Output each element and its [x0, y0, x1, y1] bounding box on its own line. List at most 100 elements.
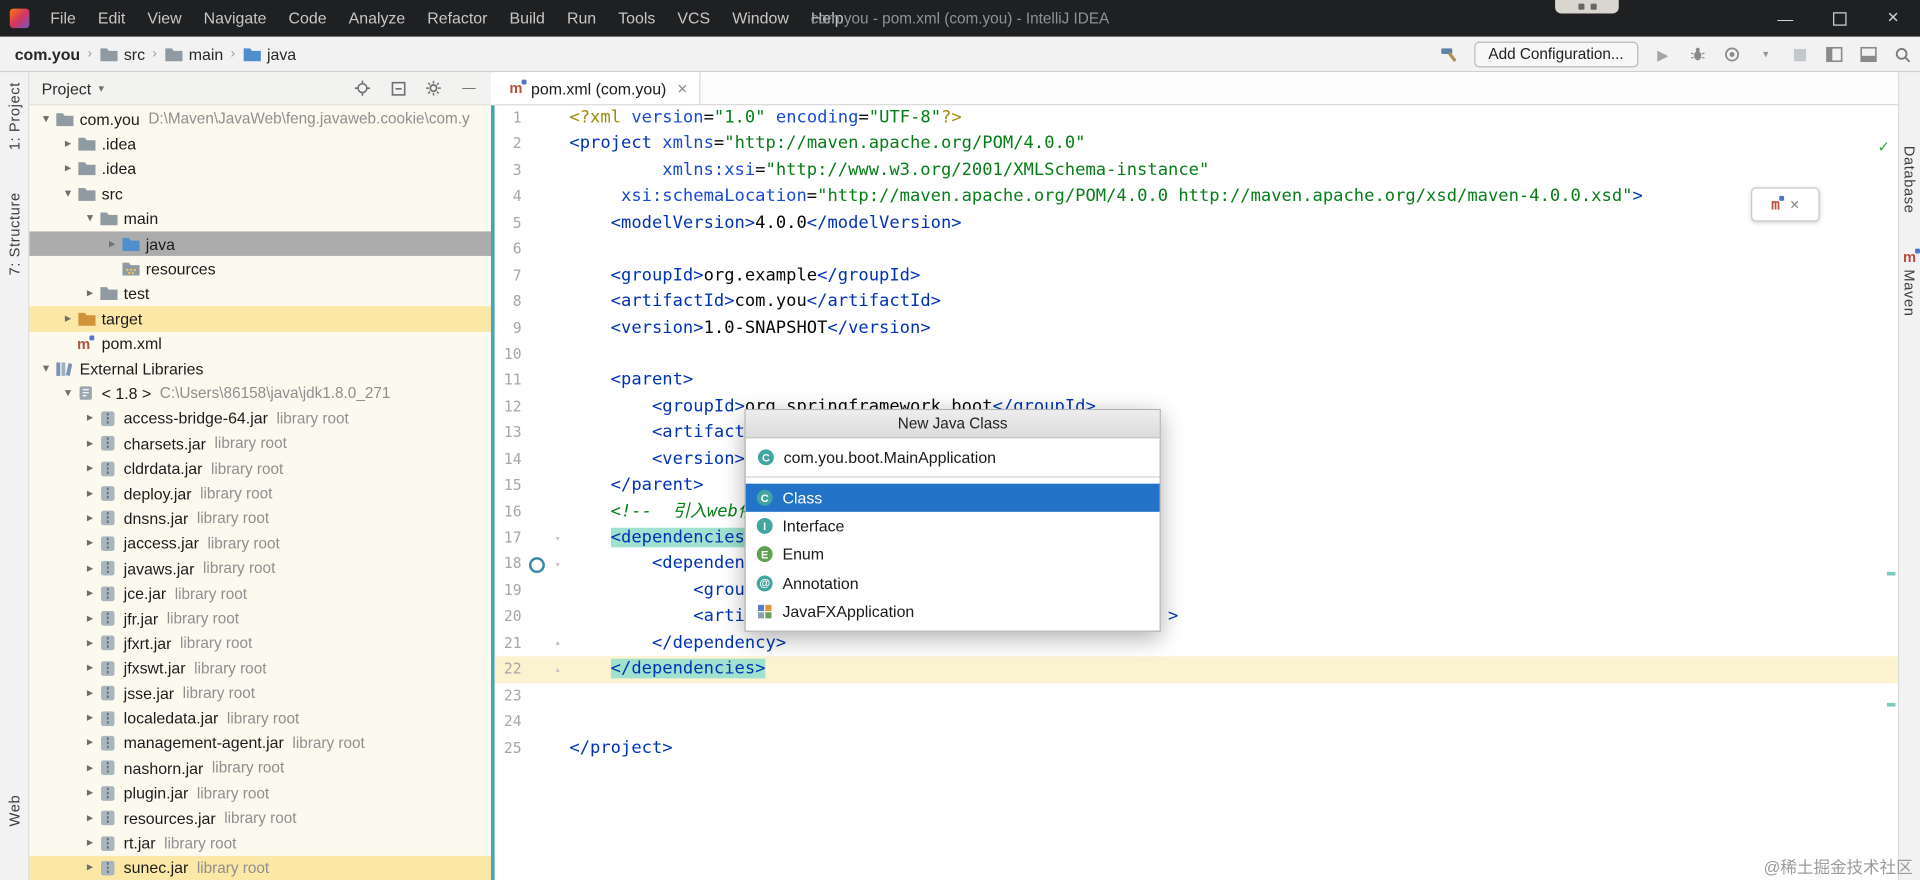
tree-collapse-icon[interactable]: ▸	[81, 487, 99, 500]
tree-collapse-icon[interactable]: ▸	[81, 761, 99, 774]
tree-row-.idea[interactable]: ▸ .idea	[29, 156, 491, 181]
line-number[interactable]: 11	[495, 368, 522, 394]
line-number[interactable]: 15	[495, 473, 522, 499]
settings-icon[interactable]	[424, 78, 444, 98]
run-icon[interactable]: ▶	[1653, 45, 1673, 65]
tree-collapse-icon[interactable]: ▸	[81, 786, 99, 799]
menu-item-code[interactable]: Code	[278, 0, 338, 37]
code-line-17[interactable]: 17 ▾ <dependencies>	[495, 525, 1898, 551]
minimize-icon[interactable]: —	[459, 78, 479, 98]
line-number[interactable]: 1	[495, 105, 522, 131]
line-number[interactable]: 2	[495, 132, 522, 158]
code-line-1[interactable]: 1 <?xml version="1.0" encoding="UTF-8"?>	[495, 105, 1898, 131]
tree-row-deploy.jar[interactable]: ▸ deploy.jar library root	[29, 481, 491, 506]
tree-row-managementagent.jar[interactable]: ▸ management-agent.jar library root	[29, 731, 491, 756]
breadcrumb-item-java[interactable]: java	[242, 45, 296, 63]
code-line-23[interactable]: 23	[495, 683, 1898, 709]
tree-row-javaws.jar[interactable]: ▸ javaws.jar library root	[29, 556, 491, 581]
maximize-button[interactable]	[1812, 0, 1866, 37]
breadcrumb-item-main[interactable]: main	[164, 45, 223, 63]
line-number[interactable]: 24	[495, 709, 522, 735]
fold-marker-icon[interactable]: ▾	[555, 525, 561, 551]
tree-collapse-icon[interactable]: ▸	[81, 687, 99, 700]
tool-stripe-1project[interactable]: 1: Project	[6, 82, 23, 150]
tool-stripe-database[interactable]: Database	[1901, 146, 1918, 214]
line-number[interactable]: 6	[495, 237, 522, 263]
code-line-14[interactable]: 14 <version>	[495, 447, 1898, 473]
close-button[interactable]: ×	[1866, 0, 1920, 37]
popup-item-javafxapplication[interactable]: JavaFXApplication	[746, 597, 1160, 625]
fold-marker-icon[interactable]: ▾	[555, 552, 561, 578]
tree-collapse-icon[interactable]: ▸	[59, 137, 77, 150]
tree-collapse-icon[interactable]: ▸	[81, 836, 99, 849]
tree-collapse-icon[interactable]: ▸	[81, 562, 99, 575]
layout-left-icon[interactable]	[1824, 45, 1844, 65]
code-line-7[interactable]: 7 <groupId>org.example</groupId>	[495, 263, 1898, 289]
menu-item-file[interactable]: File	[39, 0, 87, 37]
tree-row-jaccess.jar[interactable]: ▸ jaccess.jar library root	[29, 531, 491, 556]
stop-icon[interactable]	[1790, 45, 1810, 65]
tree-collapse-icon[interactable]: ▸	[81, 537, 99, 550]
minimize-button[interactable]: —	[1758, 0, 1812, 37]
tree-collapse-icon[interactable]: ▸	[81, 861, 99, 874]
add-configuration-button[interactable]: Add Configuration...	[1473, 41, 1639, 68]
tree-row-jce.jar[interactable]: ▸ jce.jar library root	[29, 581, 491, 606]
tab-close-icon[interactable]: ×	[677, 78, 687, 98]
tree-row-charsets.jar[interactable]: ▸ charsets.jar library root	[29, 431, 491, 456]
code-line-6[interactable]: 6	[495, 237, 1898, 263]
line-number[interactable]: 12	[495, 394, 522, 420]
tree-row-sunec.jar[interactable]: ▸ sunec.jar library root	[29, 855, 492, 880]
menu-item-run[interactable]: Run	[556, 0, 607, 37]
tree-row-1.8[interactable]: ▾ < 1.8 > C:\Users\86158\java\jdk1.8.0_271	[29, 381, 491, 406]
search-icon[interactable]	[1893, 45, 1913, 65]
line-number[interactable]: 16	[495, 499, 522, 525]
line-number[interactable]: 9	[495, 315, 522, 341]
popup-item-annotation[interactable]: @ Annotation	[746, 569, 1160, 597]
tree-collapse-icon[interactable]: ▸	[81, 462, 99, 475]
menu-item-help[interactable]: Help	[800, 0, 855, 37]
tree-collapse-icon[interactable]: ▸	[81, 287, 99, 300]
menu-item-edit[interactable]: Edit	[87, 0, 136, 37]
line-number[interactable]: 22	[495, 657, 522, 683]
line-number[interactable]: 25	[495, 735, 522, 761]
tree-collapse-icon[interactable]: ▸	[81, 662, 99, 675]
line-number[interactable]: 17	[495, 525, 522, 551]
tree-row-externallibraries[interactable]: ▾ External Libraries	[29, 356, 491, 381]
line-number[interactable]: 8	[495, 289, 522, 315]
tree-row-pom.xml[interactable]: m pom.xml	[29, 331, 491, 356]
tree-row-jfxrt.jar[interactable]: ▸ jfxrt.jar library root	[29, 631, 491, 656]
code-line-9[interactable]: 9 <version>1.0-SNAPSHOT</version>	[495, 315, 1898, 341]
locate-icon[interactable]	[353, 78, 373, 98]
tree-row-test[interactable]: ▸ test	[29, 281, 491, 306]
chevron-down-icon[interactable]: ▾	[99, 81, 105, 94]
tree-collapse-icon[interactable]: ▸	[59, 312, 77, 325]
code-line-10[interactable]: 10	[495, 342, 1898, 368]
tree-collapse-icon[interactable]: ▸	[81, 512, 99, 525]
tree-row-plugin.jar[interactable]: ▸ plugin.jar library root	[29, 781, 491, 806]
tree-expand-icon[interactable]: ▾	[37, 112, 55, 125]
tree-row-cldrdata.jar[interactable]: ▸ cldrdata.jar library root	[29, 456, 491, 481]
tree-collapse-icon[interactable]: ▸	[81, 637, 99, 650]
tree-expand-icon[interactable]: ▾	[37, 362, 55, 375]
project-panel-title[interactable]: Project	[42, 79, 92, 97]
line-number[interactable]: 19	[495, 578, 522, 604]
tree-row-.idea[interactable]: ▸ .idea	[29, 131, 491, 156]
line-number[interactable]: 18	[495, 552, 522, 578]
tree-collapse-icon[interactable]: ▸	[81, 736, 99, 749]
menu-item-refactor[interactable]: Refactor	[416, 0, 498, 37]
tree-row-resources[interactable]: resources	[29, 256, 491, 281]
menu-item-vcs[interactable]: VCS	[666, 0, 721, 37]
code-line-4[interactable]: 4 xsi:schemaLocation="http://maven.apach…	[495, 184, 1898, 210]
line-number[interactable]: 4	[495, 184, 522, 210]
breadcrumb-item-comyou[interactable]: com.you	[15, 45, 80, 63]
tree-row-dnsns.jar[interactable]: ▸ dnsns.jar library root	[29, 506, 491, 531]
code-line-12[interactable]: 12 <groupId>org.springframework.boot</gr…	[495, 394, 1898, 420]
line-number[interactable]: 14	[495, 447, 522, 473]
tree-row-target[interactable]: ▸ target	[29, 306, 492, 332]
code-line-25[interactable]: 25 </project>	[495, 735, 1898, 761]
tool-stripe-7structure[interactable]: 7: Structure	[6, 192, 23, 275]
code-line-15[interactable]: 15 </parent>	[495, 473, 1898, 499]
code-line-18[interactable]: 18 ▾ <dependency>	[495, 552, 1898, 578]
tree-row-rt.jar[interactable]: ▸ rt.jar library root	[29, 831, 491, 856]
fold-marker-icon[interactable]: ▴	[555, 630, 561, 656]
